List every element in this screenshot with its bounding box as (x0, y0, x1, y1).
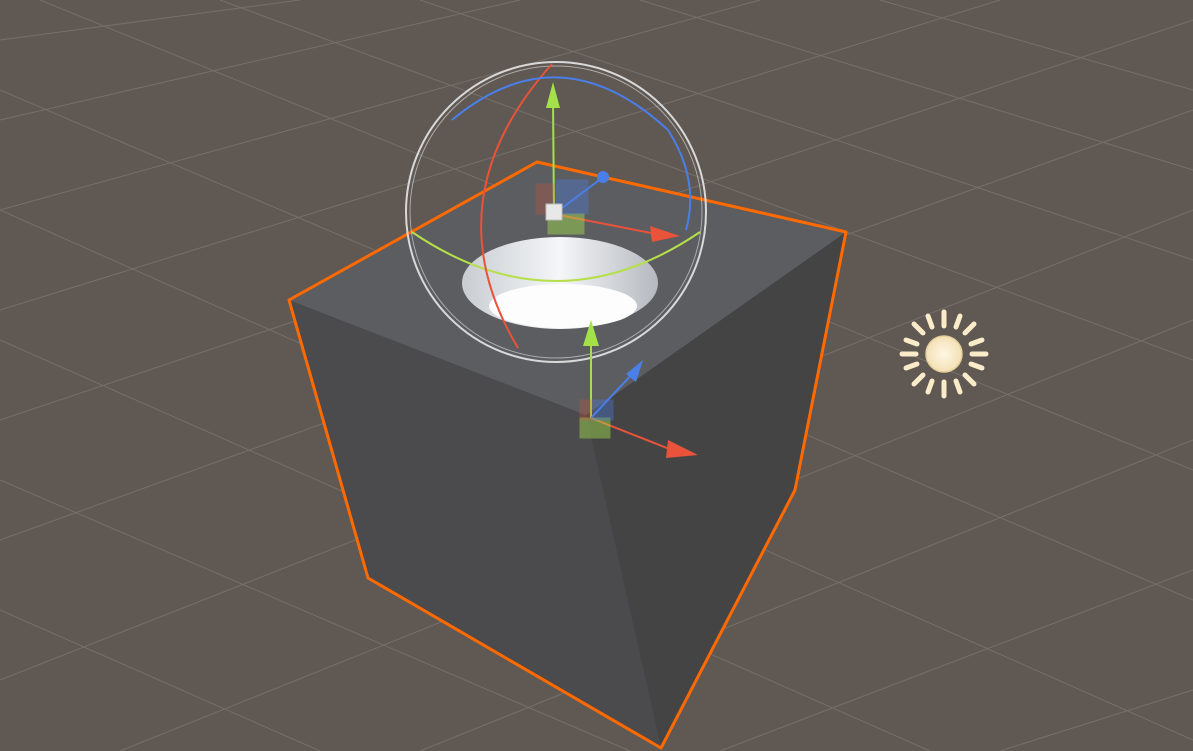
move-z-handle-upper[interactable] (597, 171, 609, 183)
sun-icon[interactable] (899, 309, 989, 399)
move-plane-xz-lower[interactable] (579, 417, 611, 439)
child-object-cube[interactable] (545, 203, 563, 221)
scene-canvas[interactable] (0, 0, 1193, 751)
scene-view[interactable] (0, 0, 1193, 751)
hole[interactable] (462, 237, 658, 329)
move-plane-yz-lower[interactable] (579, 399, 593, 421)
move-y-handle-upper[interactable] (546, 82, 560, 108)
move-plane-xy-lower[interactable] (592, 399, 614, 421)
sun-icon-core (925, 335, 963, 373)
hole-bottom (489, 284, 637, 328)
